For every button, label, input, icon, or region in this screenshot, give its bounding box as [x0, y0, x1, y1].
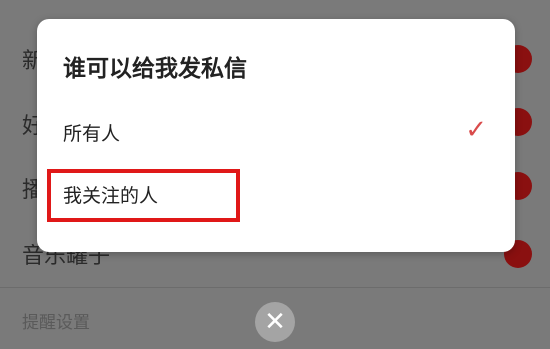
- close-button[interactable]: ✕: [255, 302, 295, 342]
- divider: [0, 287, 550, 288]
- close-icon: ✕: [264, 307, 286, 337]
- section-header: 提醒设置: [22, 313, 90, 333]
- checkmark-icon: ✓: [465, 115, 487, 145]
- option-label: 所有人: [63, 123, 121, 145]
- screen: 新 好 播 音乐罐子 提醒设置 谁可以给我发私信 所有人 ✓ 我关注的人 ✕: [0, 0, 550, 349]
- highlight-annotation: [47, 169, 240, 222]
- option-everyone[interactable]: 所有人 ✓: [37, 107, 515, 157]
- dialog-title: 谁可以给我发私信: [63, 56, 247, 82]
